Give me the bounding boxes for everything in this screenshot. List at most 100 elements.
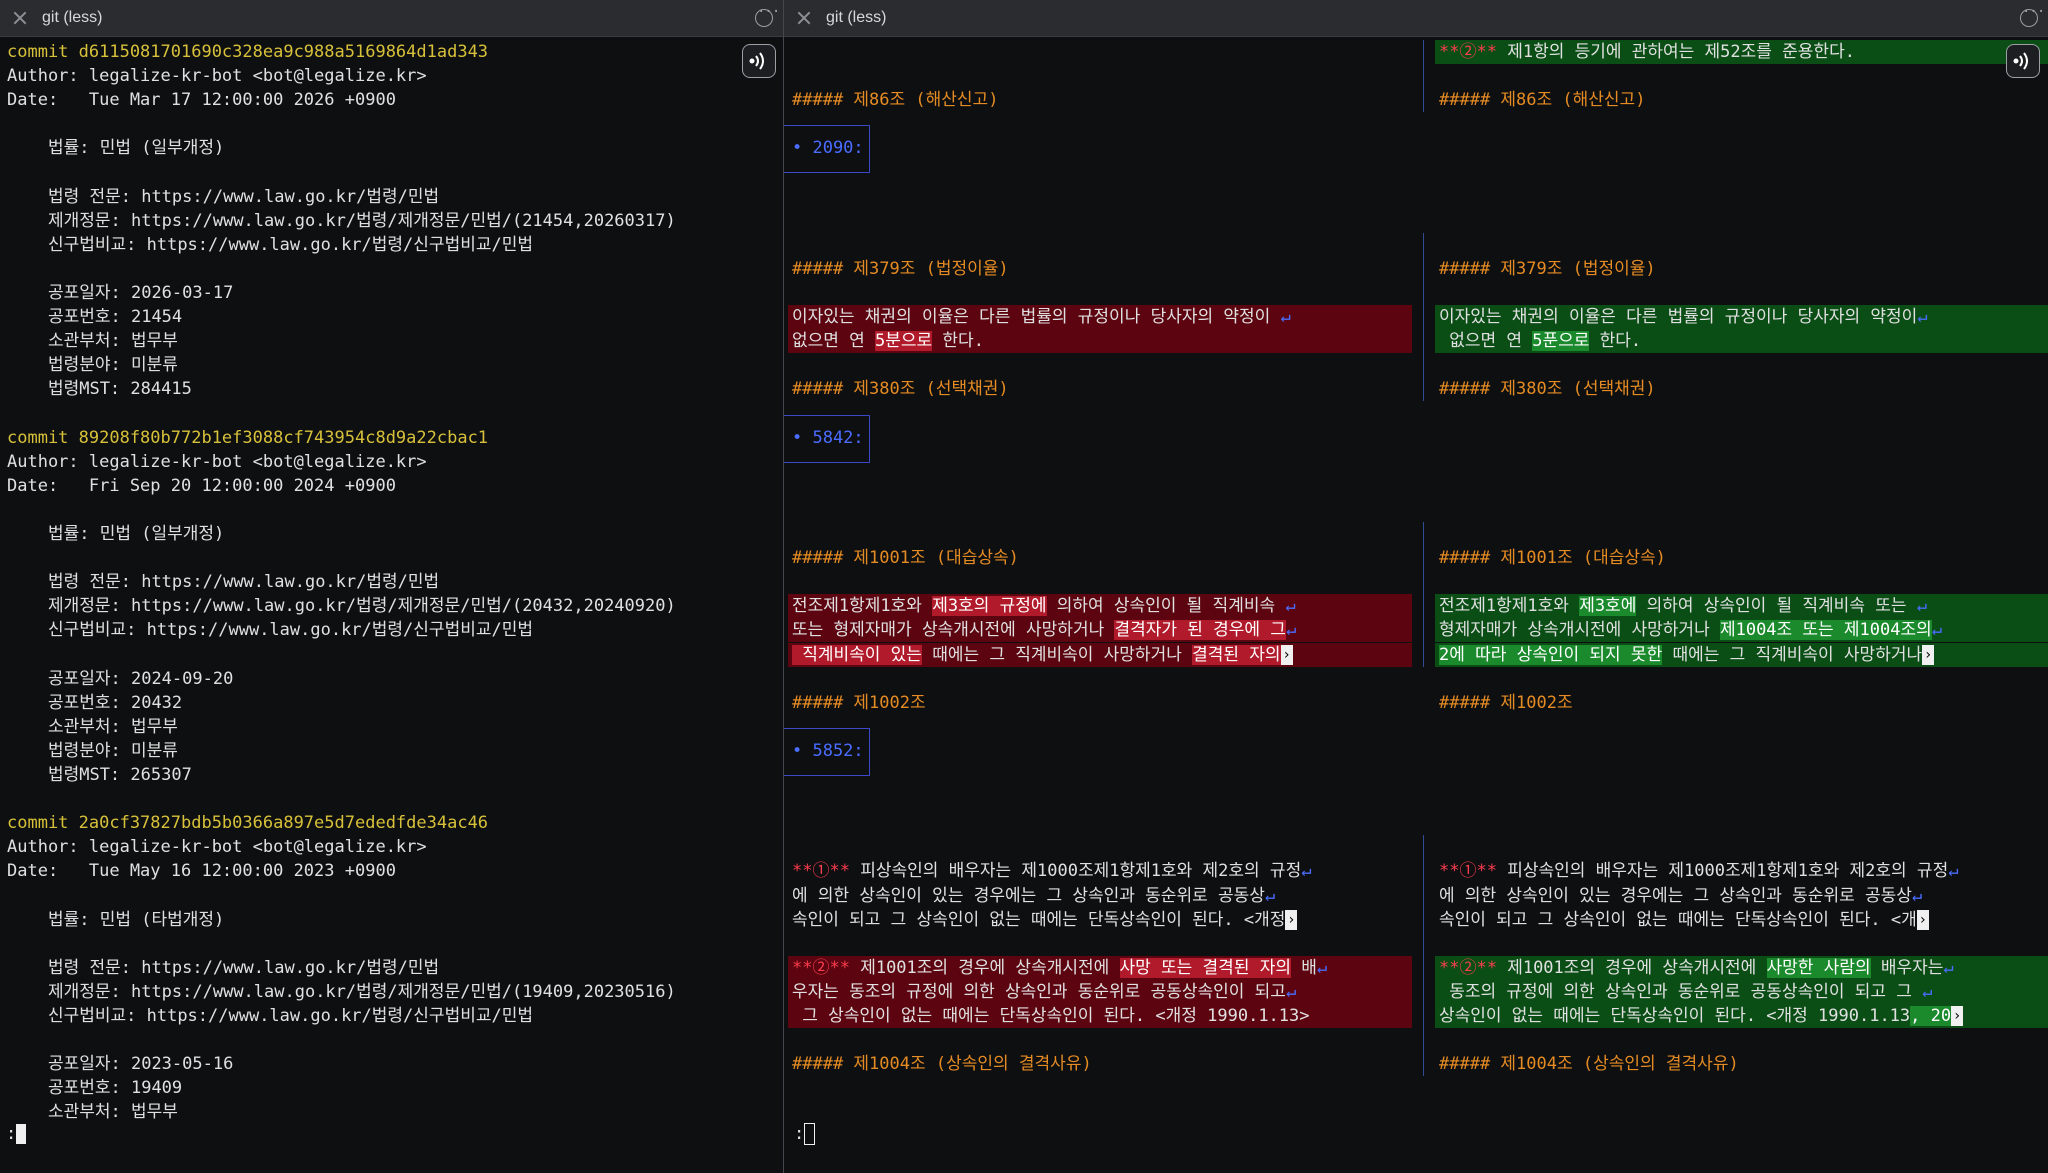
diff-text: 없으면 연 [1439, 331, 1533, 352]
left-pane[interactable]: git (less) commit d6115081701690c328ea9c… [0, 0, 784, 1173]
diff-heading: ##### 제379조 (법정이율) [1439, 258, 1656, 279]
log-line: 법률: 민법 (타법개정) [7, 909, 225, 930]
paragraph-marker: **②** [792, 957, 850, 978]
log-line: 소관부처: 법무부 [7, 1102, 178, 1123]
removed-line: 우자는 동조의 규정에 의한 상속인과 동순위로 공동상속인이 되고↵ [788, 979, 1412, 1004]
close-icon[interactable] [10, 8, 30, 28]
added-line: 2에 따라 상속인이 되지 못한 때에는 그 직계비속이 사망하거나 › [1435, 642, 2048, 667]
added-line: 동조의 규정에 의한 상속인과 동순위로 공동상속인이 되고 그 ↵ [1435, 979, 2048, 1004]
wrap-marker: ↵ [1931, 620, 1943, 641]
tab-title: git (less) [826, 9, 887, 26]
overflow-marker: › [1285, 909, 1298, 930]
changed-word: 5푼으로 [1532, 331, 1590, 352]
removed-line: 또는 형제자매가 상속개시전에 사망하거나 결격자가 된 경우에 그↵ [788, 618, 1412, 643]
wrap-marker: ↵ [1285, 596, 1296, 617]
diff-heading: ##### 제86조 (해산신고) [1439, 90, 1646, 111]
diff-heading: ##### 제380조 (선택채권) [792, 379, 1009, 400]
diff-text: 때에는 그 직계비속이 사망하거나 [921, 644, 1193, 665]
diff-heading: ##### 제379조 (법정이율) [792, 258, 1009, 279]
speaker-icon[interactable] [742, 44, 776, 78]
cursor [804, 1123, 816, 1145]
diff-text: 상속인이 없는 때에는 단독상속인이 된다. <개정 1990.1.13 [1439, 1006, 1911, 1026]
added-line: 없으면 연 5푼으로 한다. [1435, 329, 2048, 354]
context-line: **①** 피상속인의 배우자는 제1000조제1항제1호와 제2호의 규정↵ [792, 859, 1311, 883]
cursor [16, 1124, 27, 1144]
added-line: 형제자매가 상속개시전에 사망하거나 제1004조 또는 제1004조의↵ [1435, 618, 2048, 643]
column-divider [1423, 232, 1424, 402]
less-prompt[interactable]: : [794, 1122, 816, 1146]
added-line: 상속인이 없는 때에는 단독상속인이 된다. <개정 1990.1.13, 20… [1435, 1004, 2048, 1028]
hunk-header: • 5852: [784, 727, 870, 776]
hunk-line-number: • 5842: [792, 427, 864, 448]
diff-heading: ##### 제1001조 (대습상속) [1439, 548, 1666, 569]
hunk-line-number: • 5852: [792, 740, 864, 761]
column-divider [1423, 40, 1424, 113]
more-options-icon[interactable] [2020, 4, 2044, 27]
diff-text: 의하여 상속인이 될 직계비속 [1046, 596, 1286, 617]
diff-heading: ##### 제86조 (해산신고) [792, 90, 999, 111]
log-line: 법령 전문: https://www.law.go.kr/법령/민법 [7, 186, 440, 207]
log-line: 법령MST: 265307 [7, 765, 192, 785]
context-line: 속인이 되고 그 상속인이 없는 때에는 단독상속인이 된다. <개정 › [792, 908, 1298, 932]
log-line: 제개정문: https://www.law.go.kr/법령/제개정문/민법/(… [7, 210, 676, 231]
close-icon[interactable] [794, 8, 814, 28]
diff-text: 배 [1290, 957, 1317, 978]
changed-word: 직계비속이 있는 [792, 644, 922, 665]
diff-heading: ##### 제1002조 [1439, 692, 1573, 713]
log-line: 법령분야: 미분류 [7, 355, 178, 376]
log-line: 공포번호: 19409 [7, 1078, 183, 1099]
diff-text: 제1001조의 경우에 상속개시전에 [1496, 957, 1767, 978]
log-line: Date: Fri Sep 20 12:00:00 2024 +0900 [7, 475, 396, 496]
log-line: 소관부처: 법무부 [7, 331, 178, 352]
log-line: 제개정문: https://www.law.go.kr/법령/제개정문/민법/(… [7, 981, 676, 1002]
left-tab[interactable]: git (less) [0, 0, 783, 37]
diff-text: 없으면 연 [792, 331, 876, 352]
overflow-marker: › [1922, 644, 1935, 665]
removed-line: 없으면 연 5분으로 한다. [788, 329, 1412, 354]
changed-word: 5분으로 [875, 331, 933, 352]
diff-text: 전조제1항제1호와 [792, 596, 933, 617]
overflow-marker: › [1951, 1006, 1964, 1026]
wrap-marker: ↵ [1285, 620, 1297, 641]
diff-text: 속인이 되고 그 상속인이 없는 때에는 단독상속인이 된다. <개정 [792, 909, 1286, 930]
log-line: 법률: 민법 (일부개정) [7, 524, 225, 544]
log-line: 신구법비교: https://www.law.go.kr/법령/신구법비교/민법 [7, 620, 534, 641]
speaker-icon[interactable] [2006, 44, 2040, 78]
diff-text: 우자는 동조의 규정에 의한 상속인과 동순위로 공동상속인이 되고 [792, 981, 1286, 1002]
commit-hash-line: commit 2a0cf37827bdb5b0366a897e5d7ededfd… [7, 813, 489, 834]
diff-text: 전조제1항제1호와 [1439, 596, 1580, 617]
less-prompt[interactable]: : [6, 1122, 27, 1146]
right-pane[interactable]: git (less) **②** 제1항의 등기에 관하여는 제52조를 준용한… [784, 0, 2048, 1173]
side-by-side-diff: **②** 제1항의 등기에 관하여는 제52조를 준용한다. ##### 제86… [784, 38, 2048, 1173]
changed-word: , 20 [1910, 1006, 1952, 1026]
diff-text: 그 상속인이 없는 때에는 단독상속인이 된다. <개정 1990.1.13> [792, 1006, 1310, 1026]
wrap-marker: ↵ [1922, 981, 1933, 1002]
commit-hash-line: commit d6115081701690c328ea9c988a5169864… [7, 42, 489, 62]
wrap-marker: ↵ [1301, 861, 1312, 882]
column-divider [1423, 522, 1424, 667]
changed-word: 제3호의 규정에 [932, 596, 1047, 617]
diff-text: 동조의 규정에 의한 상속인과 동순위로 공동상속인이 되고 그 [1439, 981, 1923, 1002]
more-options-icon[interactable] [755, 4, 779, 27]
right-tab[interactable]: git (less) [784, 0, 2048, 37]
log-line: 공포번호: 21454 [7, 307, 183, 328]
diff-text: 제1항의 등기에 관하여는 제52조를 준용한다. [1496, 42, 1855, 62]
log-line: 제개정문: https://www.law.go.kr/법령/제개정문/민법/(… [7, 596, 676, 617]
wrap-marker: ↵ [1917, 307, 1928, 328]
log-line: Author: legalize-kr-bot <bot@legalize.kr… [7, 837, 427, 858]
log-line: Date: Tue Mar 17 12:00:00 2026 +0900 [7, 90, 396, 111]
log-line: 공포일자: 2026-03-17 [7, 283, 234, 303]
removed-line: 그 상속인이 없는 때에는 단독상속인이 된다. <개정 1990.1.13> [788, 1004, 1412, 1028]
diff-text: 한다. [1589, 331, 1642, 352]
removed-line: **②** 제1001조의 경우에 상속개시전에 사망 또는 결격된 자의 배↵ [788, 955, 1412, 980]
removed-line: 전조제1항제1호와 제3호의 규정에 의하여 상속인이 될 직계비속 ↵ [788, 594, 1412, 619]
terminal-window: git (less) commit d6115081701690c328ea9c… [0, 0, 2048, 1173]
changed-word: 결격자가 된 경우에 그 [1114, 620, 1286, 641]
diff-text: 한다. [932, 331, 984, 352]
diff-text: 이자있는 채권의 이율은 다른 법률의 규정이나 당사자의 약정이 [792, 307, 1281, 328]
diff-text: 에 의한 상속인이 있는 경우에는 그 상속인과 동순위로 공동상 [1439, 885, 1912, 906]
wrap-marker: ↵ [1911, 885, 1923, 906]
diff-text: 또는 형제자매가 상속개시전에 사망하거나 [792, 620, 1115, 641]
log-line: 소관부처: 법무부 [7, 716, 178, 737]
diff-heading: ##### 제1004조 (상속인의 결격사유) [792, 1054, 1092, 1075]
